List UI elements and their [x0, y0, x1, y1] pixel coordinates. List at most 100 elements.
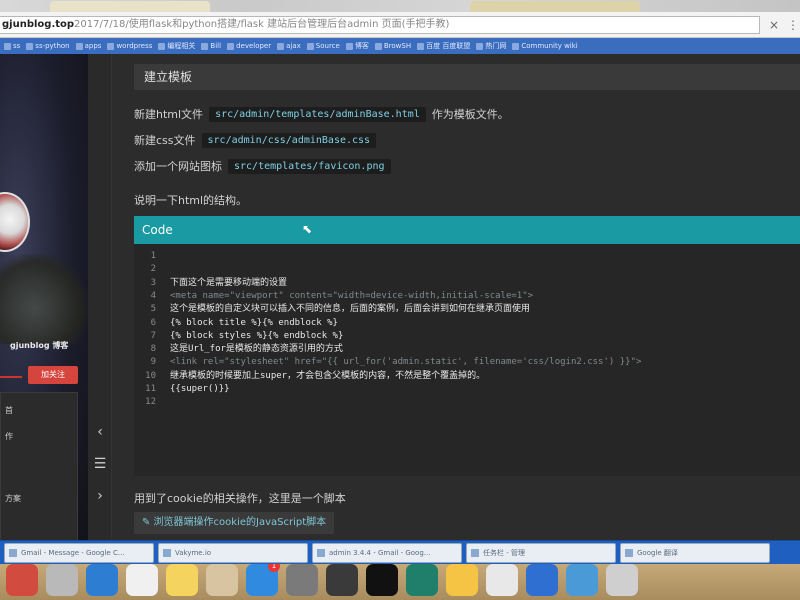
sidebar-background-art	[0, 254, 88, 344]
inline-code: src/admin/templates/adminBase.html	[209, 106, 426, 122]
line-number: 1	[150, 251, 156, 261]
bookmark-favicon-icon	[227, 42, 235, 50]
calendar-icon[interactable]	[126, 564, 158, 596]
code-text: {{super()}}	[170, 384, 230, 394]
taskbar-item[interactable]: Gmail - Message - Google C...	[4, 543, 154, 563]
taskbar-item[interactable]: Vakyme.io	[158, 543, 308, 563]
paragraph-text: 说明一下html的结构。	[134, 194, 248, 207]
appstore-icon[interactable]: 1	[246, 564, 280, 596]
code-block-header[interactable]: Code	[134, 216, 800, 244]
sidebar-menu-item[interactable]: 方案	[5, 493, 21, 504]
sidebar-menu-item[interactable]: 首	[5, 405, 13, 416]
qq-icon[interactable]	[446, 564, 478, 596]
bookmark-item[interactable]: 百度 百度联盟	[417, 41, 470, 51]
bookmark-item[interactable]: apps	[75, 42, 101, 50]
bookmarks-bar: ss ss-python apps wordpress 编程相关 Bill develope…	[0, 38, 800, 54]
bookmark-label: 博客	[354, 42, 369, 50]
taskbar-item[interactable]: Google 翻译	[620, 543, 770, 563]
paragraph-text: 新建html文件	[134, 108, 204, 121]
taskbar-item[interactable]: admin 3.4.4 - Gmail - Goog...	[312, 543, 462, 563]
trash-icon[interactable]	[606, 564, 638, 596]
code-line: 2	[134, 263, 800, 276]
safari-icon[interactable]	[86, 564, 118, 596]
paragraph: 新建html文件 src/admin/templates/adminBase.h…	[134, 106, 509, 122]
bookmark-label: Bill	[210, 42, 222, 50]
bookmark-item[interactable]: Community wiki	[512, 42, 578, 50]
code-line: 7 {% block styles %}{% endblock %}	[134, 330, 800, 343]
mouse-cursor-icon: ⬉	[302, 222, 313, 236]
browser-tab-strip	[0, 0, 800, 12]
taskbar: Gmail - Message - Google C... Vakyme.io ad…	[0, 540, 800, 564]
cookie-script-link[interactable]: ✎ 浏览器端操作cookie的JavaScript脚本	[134, 512, 335, 534]
dock: 1	[0, 564, 800, 600]
bookmark-item[interactable]: 博客	[345, 41, 369, 51]
bookmark-label: ss-python	[35, 42, 70, 50]
code-body[interactable]: 1 2 3 下面这个是需要移动端的设置 4 <meta name="viewport" c…	[134, 244, 800, 476]
bookmark-item[interactable]: developer	[227, 42, 271, 50]
launchpad-icon[interactable]	[46, 564, 78, 596]
contacts-icon[interactable]	[206, 564, 238, 596]
calculator-icon[interactable]	[326, 564, 358, 596]
toc-toolbar: ‹ ☰ ›	[88, 54, 112, 540]
bookmark-item[interactable]: wordpress	[107, 42, 152, 50]
line-number: 11	[145, 384, 156, 394]
blog-sidebar: gjunblog 博客 加关注 首 作 方案	[0, 54, 88, 540]
notification-badge: 1	[268, 564, 280, 572]
code-line: 6 {% block title %}{% endblock %}	[134, 317, 800, 330]
code-block-title: Code	[142, 223, 173, 237]
bookmark-item[interactable]: Source	[306, 42, 340, 50]
line-number: 2	[150, 264, 156, 275]
terminal-icon[interactable]	[366, 564, 398, 596]
article-content: 建立模板 新建html文件 src/admin/templates/adminB…	[112, 54, 800, 540]
bookmark-label: ss	[13, 42, 21, 50]
bookmark-item[interactable]: 编程相关	[158, 41, 195, 51]
address-bar-row: gjunblog.top2017/7/18/使用flask和python搭建/f…	[0, 12, 800, 38]
url-field[interactable]: gjunblog.top2017/7/18/使用flask和python搭建/f…	[0, 16, 760, 34]
code-line: 8 这是Url_for是模板的静态资源引用的方式	[134, 343, 800, 356]
menu-icon[interactable]: ☰	[92, 456, 108, 472]
chrome-icon[interactable]	[486, 564, 518, 596]
follow-button[interactable]: 加关注	[28, 366, 78, 384]
url-host: gjunblog.top	[2, 19, 75, 30]
bookmark-item[interactable]: BrowSH	[374, 42, 411, 50]
code-text: 继承模板的时候要加上super，才会包含父模板的内容，不然是整个覆盖掉的。	[170, 370, 486, 381]
paragraph: 添加一个网站图标 src/templates/favicon.png	[134, 158, 391, 174]
system-preferences-icon[interactable]	[286, 564, 318, 596]
browser-tab[interactable]	[50, 1, 210, 12]
code-text: <link rel="stylesheet" href="{{ url_for(…	[170, 357, 642, 368]
bookmark-label: 热门网	[485, 42, 507, 50]
pycharm-icon[interactable]	[406, 564, 438, 596]
browser-tab[interactable]	[470, 1, 640, 12]
browser-menu-icon[interactable]: ⋮	[787, 18, 799, 32]
finder-icon[interactable]	[6, 564, 38, 596]
bookmark-favicon-icon	[107, 42, 115, 50]
finder-2-icon[interactable]	[566, 564, 598, 596]
avatar[interactable]	[0, 192, 30, 252]
bookmark-item[interactable]: 热门网	[476, 41, 506, 51]
code-text: <meta name="viewport" content="width=dev…	[170, 290, 534, 301]
chevron-right-icon[interactable]: ›	[92, 488, 108, 504]
bookmark-item[interactable]: Bill	[201, 42, 221, 50]
bookmark-favicon-icon	[201, 42, 209, 50]
bookmark-favicon-icon	[417, 42, 425, 50]
code-block: Code ⬉ 1 2 3 下面这个是需要移动端的设置 4 <meta name="view…	[134, 216, 800, 476]
xcode-icon[interactable]	[526, 564, 558, 596]
sidebar-menu: 首 作 方案	[0, 392, 78, 540]
bookmark-item[interactable]: ss-python	[26, 42, 70, 50]
notes-icon[interactable]	[166, 564, 198, 596]
code-line: 4 <meta name="viewport" content="width=de…	[134, 290, 800, 303]
sidebar-menu-item[interactable]: 作	[5, 431, 13, 442]
line-number: 7	[150, 330, 156, 341]
close-icon[interactable]: ×	[767, 18, 781, 32]
bookmark-item[interactable]: ajax	[277, 42, 301, 50]
line-number: 5	[150, 304, 156, 315]
bookmark-favicon-icon	[158, 42, 166, 50]
code-text: 这个是模板的自定义块可以插入不同的信息，后面的案例，后面会讲到如何在继承页面使用	[170, 304, 531, 315]
code-line: 11 {{super()}}	[134, 383, 800, 396]
screen: gjunblog.top2017/7/18/使用flask和python搭建/f…	[0, 0, 800, 600]
bookmark-item[interactable]: ss	[4, 42, 20, 50]
bookmark-favicon-icon	[345, 42, 353, 50]
sidebar-divider	[0, 376, 22, 378]
taskbar-item[interactable]: 任务栏 - 管理	[466, 543, 616, 563]
chevron-left-icon[interactable]: ‹	[92, 424, 108, 440]
